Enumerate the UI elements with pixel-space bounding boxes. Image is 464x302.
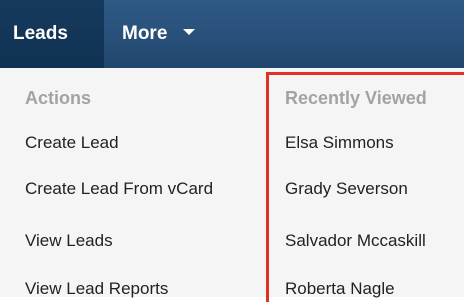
recent-item-elsa-simmons[interactable]: Elsa Simmons — [285, 133, 394, 153]
menu-item-view-leads[interactable]: View Leads — [25, 231, 113, 251]
tab-more[interactable]: More — [108, 0, 218, 68]
recently-viewed-header: Recently Viewed — [285, 88, 427, 108]
recent-item-roberta-nagle[interactable]: Roberta Nagle — [285, 279, 395, 299]
recent-item-grady-severson[interactable]: Grady Severson — [285, 179, 408, 199]
actions-column: Actions Create Lead Create Lead From vCa… — [0, 68, 268, 299]
actions-header: Actions — [25, 88, 92, 108]
module-navbar: Leads More — [0, 0, 464, 68]
menu-item-create-lead[interactable]: Create Lead — [25, 133, 119, 153]
menu-item-create-lead-vcard[interactable]: Create Lead From vCard — [25, 179, 213, 199]
leads-dropdown-menu: Actions Create Lead Create Lead From vCa… — [0, 68, 464, 299]
caret-down-icon — [182, 28, 195, 35]
recently-viewed-column: Recently Viewed Elsa Simmons Grady Sever… — [268, 68, 464, 299]
tab-more-label: More — [122, 23, 168, 44]
recent-item-salvador-mccaskill[interactable]: Salvador Mccaskill — [285, 231, 426, 251]
tab-leads-label: Leads — [13, 23, 68, 44]
menu-item-view-lead-reports[interactable]: View Lead Reports — [25, 279, 168, 299]
tab-leads[interactable]: Leads — [0, 0, 104, 68]
